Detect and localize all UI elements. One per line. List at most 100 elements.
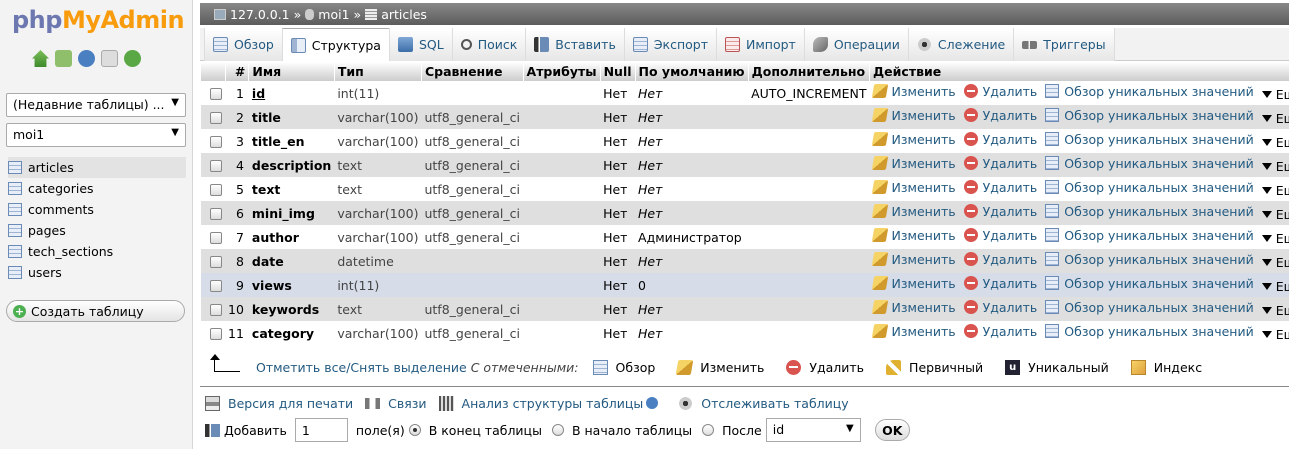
change-column-button[interactable]: Изменить bbox=[871, 84, 956, 99]
more-dropdown[interactable]: Ещё bbox=[1261, 327, 1289, 342]
row-checkbox[interactable] bbox=[210, 184, 222, 196]
tab-operations[interactable]: Операции bbox=[803, 28, 909, 61]
browse-distinct-button[interactable]: Обзор уникальных значений bbox=[1045, 300, 1254, 315]
row-checkbox[interactable] bbox=[210, 208, 222, 220]
table-item-categories[interactable]: categories bbox=[8, 178, 186, 199]
header-extra[interactable]: Дополнительно bbox=[748, 62, 871, 81]
change-selected-button[interactable]: Изменить bbox=[675, 359, 764, 375]
primary-selected-button[interactable]: Первичный bbox=[886, 359, 983, 375]
change-column-button[interactable]: Изменить bbox=[871, 132, 956, 147]
delete-column-button[interactable]: Удалить bbox=[963, 84, 1037, 99]
create-table-button[interactable]: + Создать таблицу bbox=[6, 300, 185, 322]
tab-tracking[interactable]: Слежение bbox=[907, 28, 1015, 61]
more-dropdown[interactable]: Ещё bbox=[1261, 87, 1289, 102]
tab-triggers[interactable]: Триггеры bbox=[1013, 28, 1115, 61]
logout-icon[interactable] bbox=[55, 50, 72, 67]
change-column-button[interactable]: Изменить bbox=[871, 276, 956, 291]
track-table-link[interactable]: Отслеживать таблицу bbox=[678, 395, 849, 411]
more-dropdown[interactable]: Ещё bbox=[1261, 111, 1289, 126]
browse-distinct-button[interactable]: Обзор уникальных значений bbox=[1045, 228, 1254, 243]
after-radio[interactable] bbox=[702, 424, 715, 436]
browse-distinct-button[interactable]: Обзор уникальных значений bbox=[1045, 84, 1254, 99]
delete-column-button[interactable]: Удалить bbox=[963, 276, 1037, 291]
help-icon[interactable] bbox=[646, 397, 659, 409]
browse-distinct-button[interactable]: Обзор уникальных значений bbox=[1045, 132, 1254, 147]
unique-selected-button[interactable]: u Уникальный bbox=[1005, 359, 1109, 375]
delete-column-button[interactable]: Удалить bbox=[963, 204, 1037, 219]
tab-search[interactable]: Поиск bbox=[451, 28, 527, 61]
delete-column-button[interactable]: Удалить bbox=[963, 156, 1037, 171]
more-dropdown[interactable]: Ещё bbox=[1261, 183, 1289, 198]
more-dropdown[interactable]: Ещё bbox=[1261, 135, 1289, 150]
header-name[interactable]: Имя bbox=[248, 62, 335, 81]
table-item-users[interactable]: users bbox=[8, 262, 186, 283]
change-column-button[interactable]: Изменить bbox=[871, 228, 956, 243]
tab-insert[interactable]: Вставить bbox=[525, 28, 625, 61]
print-view-link[interactable]: Версия для печати bbox=[205, 395, 353, 411]
row-checkbox[interactable] bbox=[210, 232, 222, 244]
delete-column-button[interactable]: Удалить bbox=[963, 300, 1037, 315]
delete-selected-button[interactable]: Удалить bbox=[786, 359, 864, 375]
relations-link[interactable]: Связи bbox=[365, 396, 427, 411]
table-item-articles[interactable]: articles bbox=[8, 157, 186, 178]
browse-distinct-button[interactable]: Обзор уникальных значений bbox=[1045, 276, 1254, 291]
browse-distinct-button[interactable]: Обзор уникальных значений bbox=[1045, 156, 1254, 171]
table-item-comments[interactable]: comments bbox=[8, 199, 186, 220]
change-column-button[interactable]: Изменить bbox=[871, 108, 956, 123]
recent-tables-select[interactable]: (Недавние таблицы) ... ▼ bbox=[6, 93, 186, 117]
row-checkbox[interactable] bbox=[210, 88, 222, 100]
table-item-tech-sections[interactable]: tech_sections bbox=[8, 241, 186, 262]
delete-column-button[interactable]: Удалить bbox=[963, 252, 1037, 267]
row-checkbox[interactable] bbox=[210, 160, 222, 172]
change-column-button[interactable]: Изменить bbox=[871, 156, 956, 171]
row-checkbox[interactable] bbox=[210, 304, 222, 316]
more-dropdown[interactable]: Ещё bbox=[1261, 231, 1289, 246]
index-selected-button[interactable]: Индекс bbox=[1130, 359, 1202, 375]
row-checkbox[interactable] bbox=[210, 256, 222, 268]
help-icon[interactable] bbox=[78, 50, 95, 67]
delete-column-button[interactable]: Удалить bbox=[963, 108, 1037, 123]
change-column-button[interactable]: Изменить bbox=[871, 204, 956, 219]
at-end-radio[interactable] bbox=[408, 424, 421, 436]
header-type[interactable]: Тип bbox=[334, 62, 422, 81]
browse-selected-button[interactable]: Обзор bbox=[592, 359, 655, 375]
header-attributes[interactable]: Атрибуты bbox=[523, 62, 601, 81]
database-select[interactable]: moi1 ▼ bbox=[6, 123, 186, 147]
header-default[interactable]: По умолчанию bbox=[635, 62, 749, 81]
browse-distinct-button[interactable]: Обзор уникальных значений bbox=[1045, 180, 1254, 195]
at-beginning-radio[interactable] bbox=[551, 424, 564, 436]
breadcrumb-server[interactable]: 127.0.0.1 bbox=[230, 7, 290, 22]
browse-distinct-button[interactable]: Обзор уникальных значений bbox=[1045, 204, 1254, 219]
delete-column-button[interactable]: Удалить bbox=[963, 228, 1037, 243]
change-column-button[interactable]: Изменить bbox=[871, 180, 956, 195]
reload-icon[interactable] bbox=[124, 50, 141, 67]
breadcrumb-database[interactable]: moi1 bbox=[318, 7, 349, 22]
more-dropdown[interactable]: Ещё bbox=[1261, 279, 1289, 294]
more-dropdown[interactable]: Ещё bbox=[1261, 207, 1289, 222]
header-null[interactable]: Null bbox=[600, 62, 636, 81]
row-checkbox[interactable] bbox=[210, 328, 222, 340]
more-dropdown[interactable]: Ещё bbox=[1261, 303, 1289, 318]
delete-column-button[interactable]: Удалить bbox=[963, 132, 1037, 147]
breadcrumb-table[interactable]: articles bbox=[381, 7, 427, 22]
home-icon[interactable] bbox=[32, 50, 49, 67]
browse-distinct-button[interactable]: Обзор уникальных значений bbox=[1045, 324, 1254, 339]
browse-distinct-button[interactable]: Обзор уникальных значений bbox=[1045, 108, 1254, 123]
change-column-button[interactable]: Изменить bbox=[871, 324, 956, 339]
tab-import[interactable]: Импорт bbox=[716, 28, 805, 61]
documentation-icon[interactable] bbox=[101, 50, 118, 67]
ok-button[interactable]: OK bbox=[874, 419, 910, 441]
after-column-select[interactable]: id ▼ bbox=[765, 418, 861, 442]
tab-export[interactable]: Экспорт bbox=[623, 28, 718, 61]
add-count-input[interactable] bbox=[294, 418, 348, 442]
row-checkbox[interactable] bbox=[210, 136, 222, 148]
tab-structure[interactable]: Структура bbox=[281, 28, 390, 61]
delete-column-button[interactable]: Удалить bbox=[963, 180, 1037, 195]
delete-column-button[interactable]: Удалить bbox=[963, 324, 1037, 339]
change-column-button[interactable]: Изменить bbox=[871, 300, 956, 315]
check-all-link[interactable]: Отметить все bbox=[256, 360, 346, 375]
tab-browse[interactable]: Обзор bbox=[204, 28, 283, 61]
row-checkbox[interactable] bbox=[210, 112, 222, 124]
change-column-button[interactable]: Изменить bbox=[871, 252, 956, 267]
more-dropdown[interactable]: Ещё bbox=[1261, 255, 1289, 270]
